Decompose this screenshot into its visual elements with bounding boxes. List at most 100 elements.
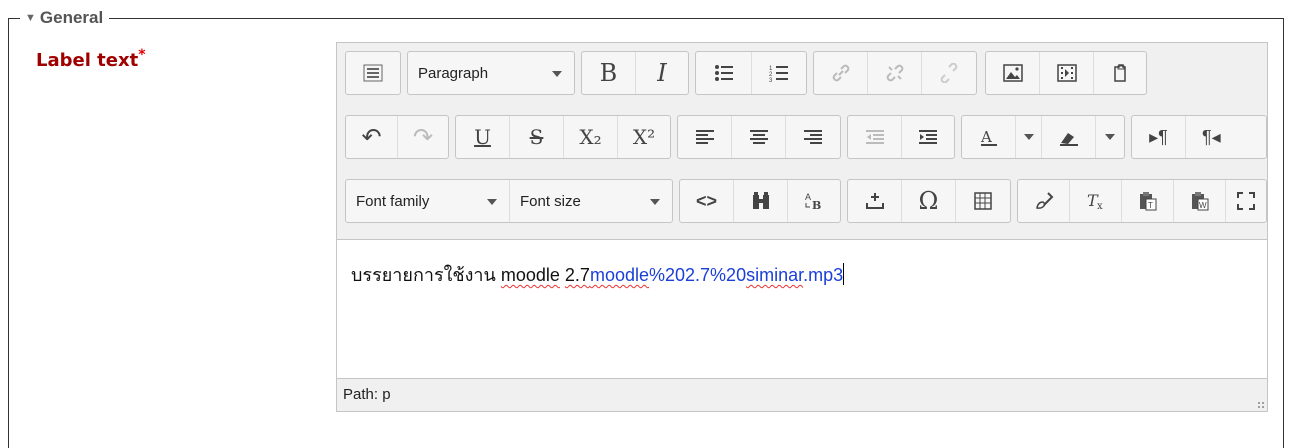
font-size-label: Font size xyxy=(520,192,581,210)
source-code-button[interactable]: <> xyxy=(680,180,734,222)
brush-icon xyxy=(1035,192,1053,209)
font-size-select[interactable]: Font size xyxy=(510,180,672,222)
insert-media-button[interactable] xyxy=(1040,52,1094,94)
numbered-list-button[interactable]: 123 xyxy=(752,52,806,94)
table-button[interactable] xyxy=(956,180,1010,222)
misspelled-version[interactable]: 2.7 xyxy=(565,265,590,285)
find-replace-button[interactable] xyxy=(734,180,788,222)
rtl-button[interactable]: ¶◂ xyxy=(1186,116,1266,158)
background-color-dropdown[interactable] xyxy=(1096,116,1124,158)
anchor-button[interactable] xyxy=(922,52,976,94)
rich-text-editor[interactable]: Paragraph B I 123 ↶ ↷ U S X₂ X² A ▸¶ ¶◂ … xyxy=(336,42,1268,412)
strikethrough-button[interactable]: S xyxy=(510,116,564,158)
toolbar-group-fonts: Font family Font size xyxy=(345,179,673,223)
equation-editor-button[interactable]: AB xyxy=(788,180,840,222)
content-link[interactable]: moodle%202.7%20siminar.mp3 xyxy=(590,265,843,285)
chevron-down-icon xyxy=(650,199,660,205)
align-center-button[interactable] xyxy=(732,116,786,158)
bullet-list-button[interactable] xyxy=(696,52,752,94)
manage-files-icon xyxy=(1114,64,1126,82)
insert-line-button[interactable] xyxy=(848,180,902,222)
editor-statusbar: Path: p xyxy=(337,379,1267,411)
fullscreen-button[interactable] xyxy=(1226,180,1266,222)
svg-text:A: A xyxy=(805,192,811,202)
underline-button[interactable]: U xyxy=(456,116,510,158)
text-color-dropdown[interactable] xyxy=(1016,116,1042,158)
background-color-icon xyxy=(1059,133,1078,146)
svg-text:x: x xyxy=(1097,201,1103,211)
toolbar-group-colors: A xyxy=(961,115,1125,159)
undo-button[interactable]: ↶ xyxy=(346,116,398,158)
svg-text:A: A xyxy=(980,128,992,146)
link-button[interactable] xyxy=(814,52,868,94)
table-icon xyxy=(974,192,992,210)
resize-handle-icon[interactable] xyxy=(1257,401,1265,409)
align-center-icon xyxy=(749,130,768,144)
link-part-3: siminar xyxy=(746,265,804,285)
unlink-icon xyxy=(886,64,903,82)
special-character-button[interactable]: Ω xyxy=(902,180,956,222)
align-left-button[interactable] xyxy=(678,116,732,158)
toolbar-group-align xyxy=(677,115,841,159)
content-paragraph[interactable]: บรรยายการใช้งาน moodle 2.7moodle%202.7%2… xyxy=(351,260,845,289)
content-text: บรรยายการใช้งาน xyxy=(351,265,501,285)
paragraph-select[interactable]: Paragraph xyxy=(408,52,574,94)
font-family-label: Font family xyxy=(356,192,430,210)
image-icon xyxy=(1002,64,1023,82)
align-right-button[interactable] xyxy=(786,116,840,158)
redo-button[interactable]: ↷ xyxy=(398,116,448,158)
toolbar-group-insert xyxy=(985,51,1147,95)
find-replace-icon xyxy=(752,192,769,209)
italic-button[interactable]: I xyxy=(636,52,688,94)
svg-text:3: 3 xyxy=(769,78,773,82)
toolbar-group-style: B I xyxy=(581,51,689,95)
toolbar-group-text: U S X₂ X² xyxy=(455,115,671,159)
paste-text-button[interactable]: T xyxy=(1122,180,1174,222)
toolbar-toggle-icon xyxy=(363,64,383,82)
toolbar-group-indent xyxy=(847,115,955,159)
toolbar-group-lists: 123 xyxy=(695,51,807,95)
editor-content-area[interactable]: บรรยายการใช้งาน moodle 2.7moodle%202.7%2… xyxy=(337,239,1267,379)
paste-word-button[interactable]: W xyxy=(1174,180,1226,222)
outdent-button[interactable] xyxy=(848,116,902,158)
text-color-button[interactable]: A xyxy=(962,116,1016,158)
remove-format-button[interactable]: Tx xyxy=(1070,180,1122,222)
chevron-down-icon xyxy=(1023,134,1034,140)
chevron-down-icon xyxy=(1105,134,1115,140)
manage-files-button[interactable] xyxy=(1094,52,1146,94)
subscript-button[interactable]: X₂ xyxy=(564,116,618,158)
link-part-4: .mp3 xyxy=(803,265,844,285)
misspelled-word[interactable]: moodle xyxy=(501,265,560,285)
link-part-1: moodle xyxy=(589,265,649,285)
link-icon xyxy=(832,64,849,82)
toolbar-group-history: ↶ ↷ xyxy=(345,115,449,159)
toolbar-group-clean: Tx T W xyxy=(1017,179,1267,223)
indent-icon xyxy=(919,130,937,144)
background-color-button[interactable] xyxy=(1042,116,1096,158)
collapse-triangle-icon[interactable]: ▼ xyxy=(25,12,36,24)
toolbar-group-toggle xyxy=(345,51,401,95)
ltr-button[interactable]: ▸¶ xyxy=(1132,116,1186,158)
equation-icon: AB xyxy=(805,192,821,211)
svg-text:T: T xyxy=(1148,201,1153,210)
toolbar-toggle-button[interactable] xyxy=(346,52,400,94)
field-label: Label text* xyxy=(36,47,146,71)
bold-button[interactable]: B xyxy=(582,52,636,94)
text-color-icon: A xyxy=(980,128,997,146)
font-family-select[interactable]: Font family xyxy=(346,180,510,222)
toolbar-group-tools: <> AB xyxy=(679,179,841,223)
clear-format-icon: Tx xyxy=(1087,191,1103,211)
label-text: Label text xyxy=(36,50,139,71)
horizontal-rule-icon xyxy=(865,193,884,209)
toolbar-group-format: Paragraph xyxy=(407,51,575,95)
clear-formatting-button[interactable] xyxy=(1018,180,1070,222)
superscript-button[interactable]: X² xyxy=(618,116,670,158)
anchor-icon xyxy=(940,63,958,83)
legend-text: General xyxy=(39,8,104,27)
insert-image-button[interactable] xyxy=(986,52,1040,94)
unlink-button[interactable] xyxy=(868,52,922,94)
indent-button[interactable] xyxy=(902,116,954,158)
paragraph-select-label: Paragraph xyxy=(418,64,489,82)
media-icon xyxy=(1056,64,1077,82)
fieldset-legend[interactable]: ▼ General xyxy=(20,7,110,29)
